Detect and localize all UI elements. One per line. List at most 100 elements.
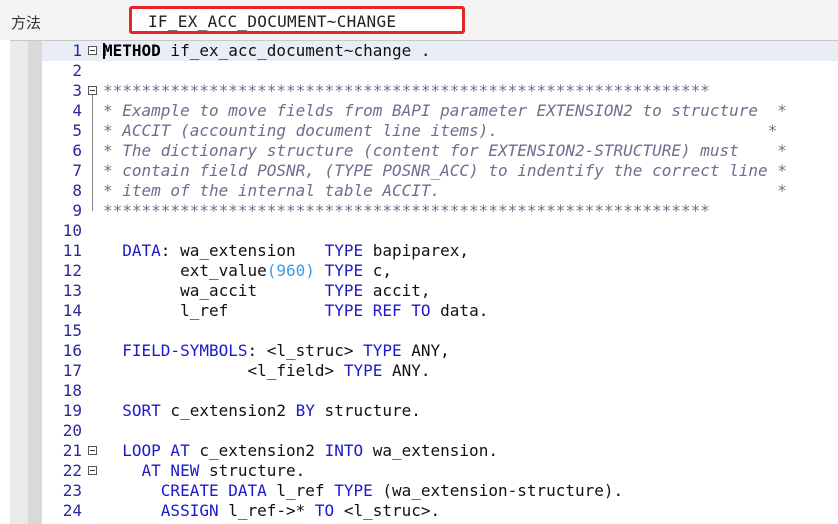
code-text: METHOD [103, 41, 161, 60]
fold-toggle-icon[interactable] [88, 86, 97, 95]
line-number: 24 [62, 501, 82, 520]
code-line[interactable]: ****************************************… [103, 81, 710, 101]
method-name-field[interactable]: IF_EX_ACC_DOCUMENT~CHANGE [129, 6, 465, 34]
keyword: SORT [122, 401, 161, 420]
code-line[interactable]: DATA: wa_extension TYPE bapiparex, [103, 241, 469, 261]
keyword: TYPE [324, 281, 364, 300]
line-number: 8 [72, 181, 82, 200]
code-text: ANY, [401, 341, 450, 360]
keyword: FIELD-SYMBOLS [122, 341, 248, 360]
line-number: 5 [72, 121, 82, 140]
code-text: c, [363, 261, 393, 280]
code-line[interactable]: l_ref TYPE REF TO data. [103, 301, 488, 321]
keyword: DATA [122, 241, 161, 260]
code-text: wa_extension. [363, 441, 498, 460]
comment: * item of the internal table ACCIT. * [103, 181, 787, 200]
editor-gutter-stripe [28, 41, 42, 524]
code-line[interactable]: * The dictionary structure (content for … [103, 141, 787, 161]
code-text: ANY. [382, 361, 431, 380]
keyword: TYPE [324, 261, 364, 280]
code-text: (wa_extension-structure). [372, 481, 624, 500]
line-number: 9 [72, 201, 82, 220]
code-line[interactable]: ****************************************… [103, 201, 710, 221]
code-line[interactable]: ext_value(960) TYPE c, [103, 261, 392, 281]
code-line[interactable]: SORT c_extension2 BY structure. [103, 401, 421, 421]
line-number: 7 [72, 161, 82, 180]
method-name-value: IF_EX_ACC_DOCUMENT~CHANGE [148, 12, 397, 31]
line-number: 12 [62, 261, 82, 280]
editor-gutter [10, 41, 28, 524]
comment: * Example to move fields from BAPI param… [103, 101, 787, 120]
line-number: 23 [62, 481, 82, 500]
code-text: l_ref [103, 301, 325, 320]
keyword: TYPE [324, 241, 364, 260]
line-number: 6 [72, 141, 82, 160]
line-number: 18 [62, 381, 82, 400]
code-text: : <l_struc> [247, 341, 364, 360]
code-line[interactable]: <l_field> TYPE ANY. [103, 361, 431, 381]
line-number: 19 [62, 401, 82, 420]
line-number: 10 [62, 221, 82, 240]
line-number: 20 [62, 421, 82, 440]
code-editor[interactable]: 1 METHOD if_ex_acc_document~change . 2 3 ***… [10, 40, 838, 524]
code-line[interactable]: * ACCIT (accounting document line items)… [103, 121, 777, 141]
fold-toggle-icon[interactable] [88, 446, 97, 455]
code-text: bapiparex, [363, 241, 470, 260]
keyword: AT NEW [141, 461, 200, 480]
code-text: l_ref->* [218, 501, 315, 520]
code-line[interactable]: METHOD if_ex_acc_document~change . [103, 41, 431, 61]
code-text: ext_value [103, 261, 267, 280]
code-text: if_ex_acc_document~change . [160, 41, 431, 60]
number-literal: (960) [266, 261, 315, 280]
comment: ****************************************… [103, 201, 710, 220]
line-number: 4 [72, 101, 82, 120]
code-line[interactable]: * item of the internal table ACCIT. * [103, 181, 787, 201]
keyword: CREATE DATA [160, 481, 267, 500]
line-number: 1 [72, 41, 82, 60]
code-text: c_extension2 [160, 401, 296, 420]
code-line[interactable]: wa_accit TYPE accit, [103, 281, 431, 301]
line-number: 21 [62, 441, 82, 460]
method-header: 方法 IF_EX_ACC_DOCUMENT~CHANGE [0, 0, 838, 40]
comment: * The dictionary structure (content for … [103, 141, 787, 160]
code-text: : wa_extension [160, 241, 325, 260]
line-number: 15 [62, 321, 82, 340]
fold-toggle-icon[interactable] [88, 46, 97, 55]
code-text: data. [430, 301, 489, 320]
keyword: TYPE REF TO [324, 301, 431, 320]
keyword: ASSIGN [160, 501, 219, 520]
keyword: TYPE [343, 361, 383, 380]
line-number: 17 [62, 361, 82, 380]
fold-toggle-icon[interactable] [88, 466, 97, 475]
line-number: 16 [62, 341, 82, 360]
line-number: 14 [62, 301, 82, 320]
code-line[interactable]: FIELD-SYMBOLS: <l_struc> TYPE ANY, [103, 341, 450, 361]
line-number: 11 [62, 241, 82, 260]
keyword: BY [295, 401, 315, 420]
code-line[interactable]: * Example to move fields from BAPI param… [103, 101, 787, 121]
code-text: structure. [199, 461, 306, 480]
code-text: l_ref [266, 481, 335, 500]
comment: * contain field POSNR, (TYPE POSNR_ACC) … [103, 161, 787, 180]
line-number: 2 [72, 61, 82, 80]
code-text: c_extension2 [189, 441, 325, 460]
code-text: <l_field> [103, 361, 344, 380]
code-line[interactable]: AT NEW structure. [103, 461, 306, 481]
code-line[interactable]: ASSIGN l_ref->* TO <l_struc>. [103, 501, 440, 521]
line-number: 3 [72, 81, 82, 100]
code-text: wa_accit [103, 281, 325, 300]
code-line[interactable]: * contain field POSNR, (TYPE POSNR_ACC) … [103, 161, 787, 181]
keyword: TO [314, 501, 335, 520]
keyword: TYPE [363, 341, 402, 360]
code-text: accit, [363, 281, 431, 300]
code-line[interactable]: LOOP AT c_extension2 INTO wa_extension. [103, 441, 498, 461]
line-number: 22 [62, 461, 82, 480]
code-line[interactable]: CREATE DATA l_ref TYPE (wa_extension-str… [103, 481, 623, 501]
